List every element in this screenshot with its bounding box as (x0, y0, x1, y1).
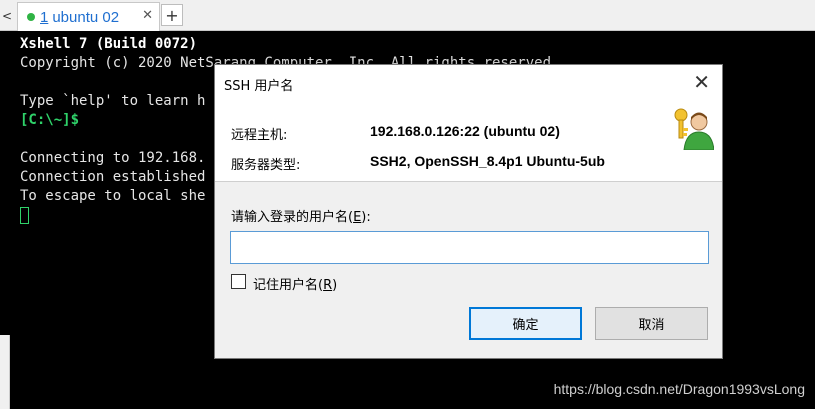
connection-status-icon (27, 13, 35, 21)
server-type-value: SSH2, OpenSSH_8.4p1 Ubuntu-5ub (370, 153, 605, 169)
username-prompt-label: 请输入登录的用户名(E): (231, 210, 371, 225)
add-tab-button[interactable]: + (161, 4, 183, 26)
server-type-label: 服务器类型: (231, 158, 301, 173)
terminal-line: Type `help' to learn h (20, 93, 206, 109)
close-icon[interactable]: ✕ (693, 71, 710, 93)
dialog-title: SSH 用户名 (224, 79, 294, 94)
ok-button[interactable]: 确定 (469, 307, 582, 340)
remote-host-label: 远程主机: (231, 128, 288, 143)
terminal-prompt: [C:\~]$ (20, 112, 80, 128)
terminal-line: Xshell 7 (Build 0072) (20, 36, 198, 52)
terminal-line: Connection established (20, 169, 206, 185)
dialog-titlebar: SSH 用户名 ✕ (215, 65, 722, 101)
tab-bar: < 1 ubuntu 02 ✕ + (0, 0, 815, 31)
tab-number: 1 (40, 8, 49, 26)
cancel-button[interactable]: 取消 (595, 307, 708, 340)
user-key-icon (674, 108, 714, 150)
terminal-line: To escape to local she (20, 188, 206, 204)
terminal-line: Connecting to 192.168. (20, 150, 206, 166)
tab-title: ubuntu 02 (52, 8, 120, 26)
watermark: https://blog.csdn.net/Dragon1993vsLong (553, 381, 805, 397)
username-input[interactable] (230, 231, 709, 264)
tab-close-icon[interactable]: ✕ (142, 8, 153, 23)
tab-scroll-left-icon[interactable]: < (0, 0, 14, 31)
remote-host-value: 192.168.0.126:22 (ubuntu 02) (370, 123, 560, 139)
tab-ubuntu-02[interactable]: 1 ubuntu 02 ✕ (17, 2, 160, 31)
connection-info-panel: 远程主机: 192.168.0.126:22 (ubuntu 02) 服务器类型… (215, 101, 722, 182)
terminal-cursor (20, 207, 29, 224)
ssh-username-dialog: SSH 用户名 ✕ 远程主机: 192.168.0.126:22 (ubuntu… (214, 64, 723, 359)
remember-username-label[interactable]: 记住用户名(R) (253, 274, 337, 293)
remember-username-checkbox[interactable] (231, 274, 246, 289)
side-strip (0, 335, 10, 409)
